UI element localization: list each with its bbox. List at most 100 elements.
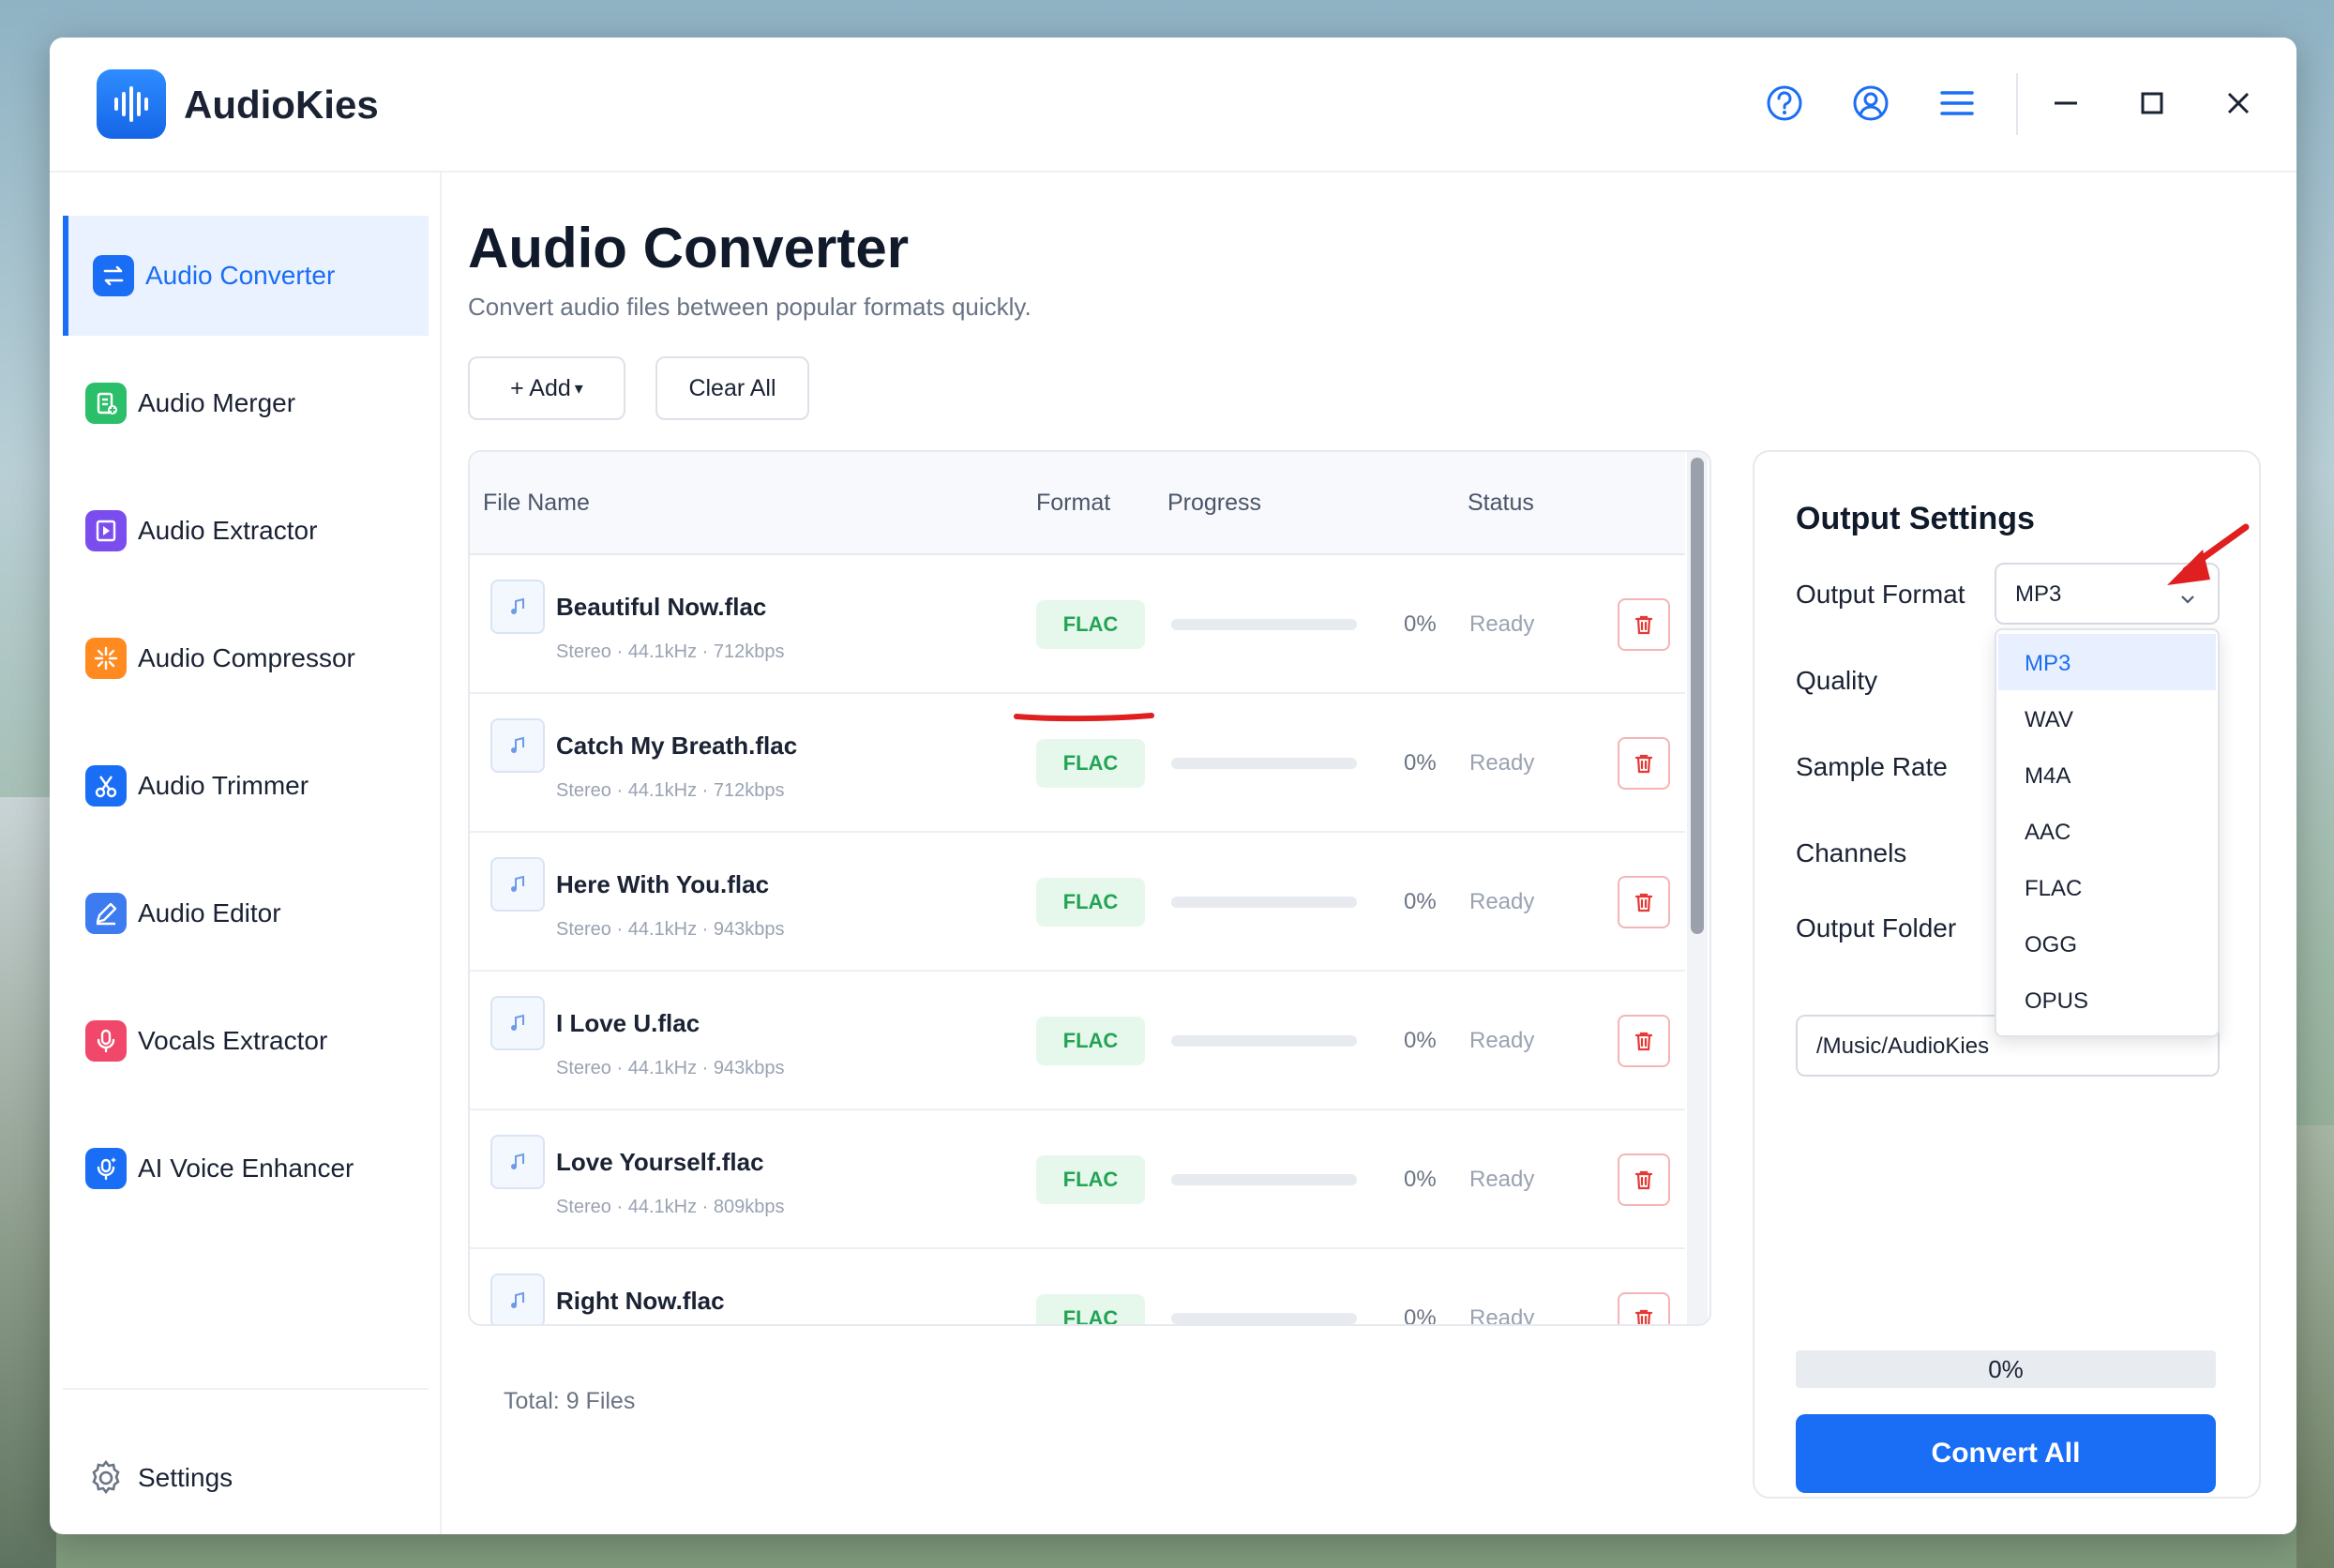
scrollbar-thumb[interactable] — [1691, 458, 1704, 934]
app-window: AudioKies Audio Converter Audio Merger A… — [50, 38, 2296, 1534]
caret-down-icon: ▾ — [574, 378, 583, 398]
format-option-ogg[interactable]: OGG — [1998, 915, 2216, 972]
format-option-label: MP3 — [2025, 651, 2071, 676]
extract-icon — [85, 510, 127, 551]
format-option-wav[interactable]: WAV — [1998, 690, 2216, 746]
sidebar-item-label: Audio Trimmer — [138, 771, 309, 800]
sidebar-item-audio-converter[interactable]: Audio Converter — [63, 216, 429, 336]
desktop-background-right — [2296, 1125, 2334, 1568]
delete-button[interactable] — [1618, 598, 1670, 651]
music-note-icon — [490, 857, 545, 912]
file-name: Right Now.flac — [556, 1287, 725, 1315]
format-option-mp3[interactable]: MP3 — [1998, 634, 2216, 690]
menu-icon[interactable] — [1935, 81, 1980, 126]
trash-icon — [1634, 754, 1653, 774]
progress-bar — [1171, 897, 1357, 908]
output-format-label: Output Format — [1796, 580, 1965, 609]
add-button[interactable]: + Add ▾ — [468, 356, 625, 420]
file-name: Catch My Breath.flac — [556, 731, 798, 760]
maximize-icon[interactable] — [2130, 81, 2175, 126]
overall-progress-text: 0% — [1988, 1354, 2024, 1383]
sidebar-item-label: Audio Converter — [145, 261, 336, 290]
format-badge: FLAC — [1036, 1294, 1145, 1324]
delete-button[interactable] — [1618, 1015, 1670, 1067]
progress-bar — [1171, 1035, 1357, 1047]
format-badge: FLAC — [1036, 878, 1145, 927]
table-row[interactable]: Right Now.flac FLAC 0% Ready — [470, 1247, 1685, 1326]
column-header-progress: Progress — [1167, 490, 1262, 516]
ai-mic-icon — [85, 1148, 127, 1189]
help-icon[interactable] — [1762, 81, 1807, 126]
progress-percent: 0% — [1404, 1028, 1437, 1053]
format-option-label: FLAC — [2025, 876, 2083, 901]
sidebar-item-label: AI Voice Enhancer — [138, 1153, 354, 1183]
table-row[interactable]: Here With You.flac Stereo · 44.1kHz · 943… — [470, 831, 1685, 972]
trash-icon — [1634, 1170, 1653, 1190]
column-header-file-name: File Name — [483, 490, 590, 516]
output-folder-value: /Music/AudioKies — [1816, 1033, 1990, 1059]
status-text: Ready — [1469, 1305, 1535, 1326]
scissors-icon — [85, 765, 127, 807]
microphone-icon — [85, 1020, 127, 1062]
convert-icon — [93, 255, 134, 296]
trash-icon — [1634, 1032, 1653, 1051]
format-option-flac[interactable]: FLAC — [1998, 859, 2216, 915]
table-row[interactable]: Beautiful Now.flac Stereo · 44.1kHz · 712… — [470, 553, 1685, 694]
app-title: AudioKies — [184, 83, 379, 127]
delete-button[interactable] — [1618, 1153, 1670, 1206]
file-name: I Love U.flac — [556, 1009, 700, 1037]
format-option-label: OGG — [2025, 932, 2078, 957]
progress-bar — [1171, 1313, 1357, 1324]
progress-percent: 0% — [1404, 611, 1437, 637]
table-row[interactable]: I Love U.flac Stereo · 44.1kHz · 943kbps F… — [470, 970, 1685, 1110]
output-format-value: MP3 — [2015, 581, 2062, 607]
merge-icon — [85, 383, 127, 424]
close-icon[interactable] — [2216, 81, 2261, 126]
titlebar-separator — [2016, 73, 2018, 135]
sidebar-item-settings[interactable]: Settings — [63, 1418, 429, 1534]
sidebar-item-audio-extractor[interactable]: Audio Extractor — [63, 471, 429, 591]
red-arrow-annotation — [2167, 523, 2250, 585]
format-badge: FLAC — [1036, 1155, 1145, 1204]
music-note-icon — [490, 718, 545, 773]
sidebar-item-audio-merger[interactable]: Audio Merger — [63, 343, 429, 463]
status-text: Ready — [1469, 889, 1535, 914]
sidebar-item-vocals-extractor[interactable]: Vocals Extractor — [63, 981, 429, 1101]
delete-button[interactable] — [1618, 876, 1670, 928]
sidebar-item-audio-editor[interactable]: Audio Editor — [63, 853, 429, 973]
format-option-m4a[interactable]: M4A — [1998, 746, 2216, 803]
clear-all-button[interactable]: Clear All — [655, 356, 809, 420]
total-files: Total: 9 Files — [504, 1388, 636, 1414]
column-header-format: Format — [1036, 490, 1111, 516]
sidebar-item-audio-trimmer[interactable]: Audio Trimmer — [63, 726, 429, 846]
settings-label: Settings — [138, 1463, 233, 1492]
format-option-aac[interactable]: AAC — [1998, 803, 2216, 859]
sidebar-divider — [63, 1388, 429, 1390]
status-text: Ready — [1469, 750, 1535, 776]
output-settings-title: Output Settings — [1796, 501, 2035, 536]
sidebar-item-audio-compressor[interactable]: Audio Compressor — [63, 598, 429, 718]
file-meta: Stereo · 44.1kHz · 943kbps — [556, 1058, 785, 1078]
table-row[interactable]: Love Yourself.flac Stereo · 44.1kHz · 809… — [470, 1108, 1685, 1249]
convert-all-button[interactable]: Convert All — [1796, 1414, 2216, 1493]
format-badge: FLAC — [1036, 600, 1145, 649]
sidebar-item-label: Audio Compressor — [138, 643, 355, 672]
gear-icon — [85, 1457, 127, 1499]
file-meta: Stereo · 44.1kHz · 943kbps — [556, 919, 785, 940]
sidebar-item-label: Vocals Extractor — [138, 1026, 328, 1055]
pencil-icon — [85, 893, 127, 934]
sidebar-item-ai-voice-enhancer[interactable]: AI Voice Enhancer — [63, 1108, 429, 1229]
delete-button[interactable] — [1618, 737, 1670, 790]
format-dropdown-menu: MP3 WAV M4A AAC FLAC OGG OPUS — [1995, 628, 2220, 1037]
sidebar: Audio Converter Audio Merger Audio Extra… — [50, 171, 442, 1534]
delete-button[interactable] — [1618, 1292, 1670, 1324]
account-icon[interactable] — [1848, 81, 1893, 126]
music-note-icon — [490, 580, 545, 634]
format-option-opus[interactable]: OPUS — [1998, 972, 2216, 1028]
page-subtitle: Convert audio files between popular form… — [468, 293, 1031, 321]
file-name: Love Yourself.flac — [556, 1148, 764, 1176]
trash-icon — [1634, 615, 1653, 635]
music-note-icon — [490, 996, 545, 1050]
minimize-icon[interactable] — [2043, 81, 2088, 126]
format-badge: FLAC — [1036, 1017, 1145, 1065]
